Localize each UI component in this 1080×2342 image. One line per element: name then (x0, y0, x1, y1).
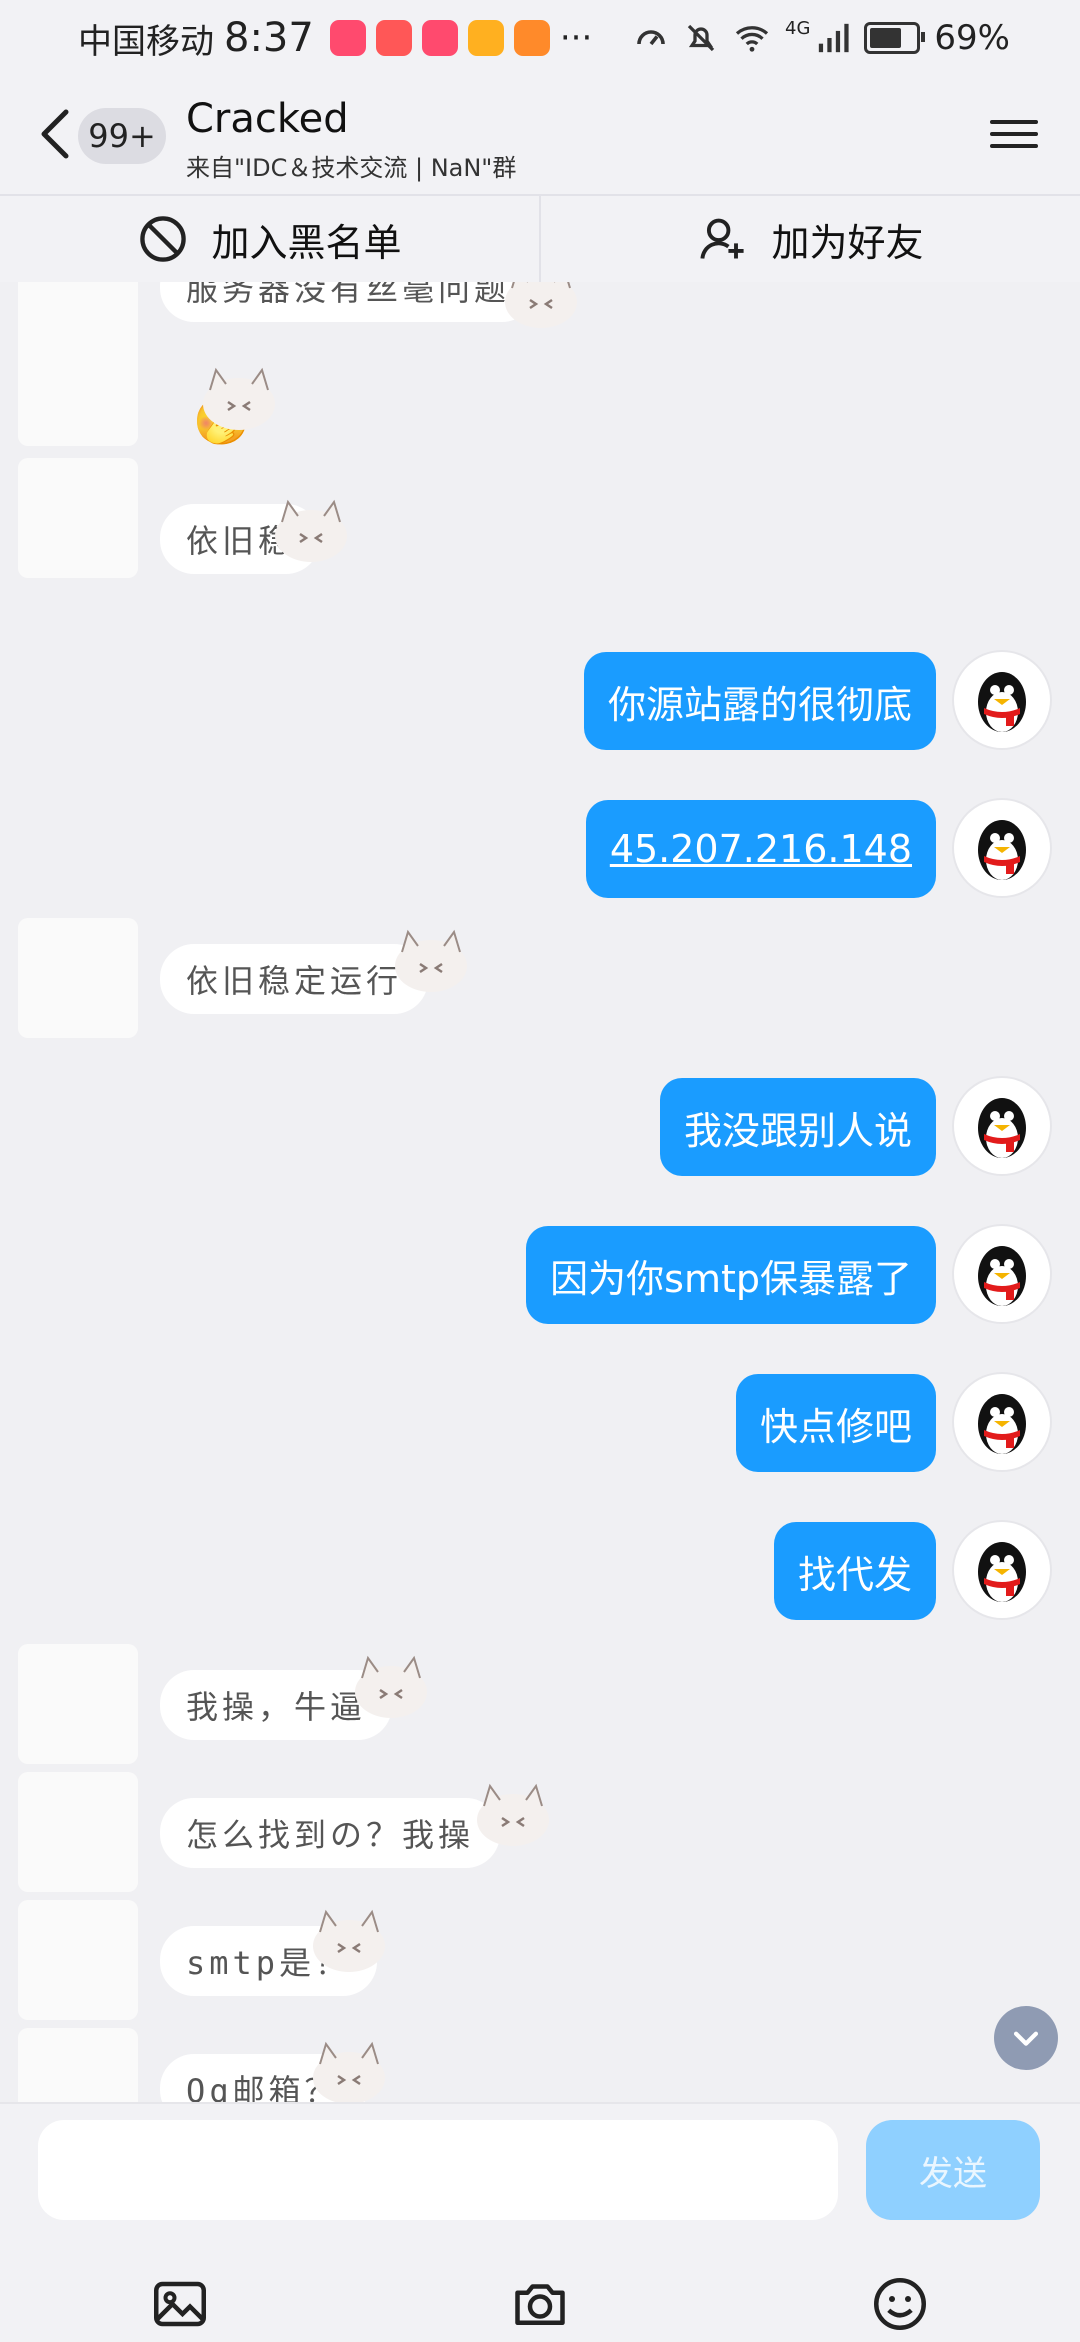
cat-sticker-icon (505, 282, 577, 328)
sender-avatar[interactable] (18, 1772, 138, 1892)
send-button[interactable]: 发送 (866, 2120, 1040, 2220)
qq-penguin-avatar[interactable] (954, 1078, 1050, 1174)
sender-avatar[interactable] (18, 2028, 138, 2102)
page-title: Cracked (186, 96, 349, 142)
chat-header: 99+ Cracked 来自"IDC＆技术交流 | NaN"群 (0, 76, 1080, 194)
composer: 发送 (0, 2102, 1080, 2342)
app-icon-4 (467, 20, 504, 56)
add-user-icon (700, 218, 745, 259)
page-subtitle: 来自"IDC＆技术交流 | NaN"群 (186, 154, 517, 182)
app-icon-3 (421, 20, 458, 56)
status-left: 中国移动 8:37 ··· (78, 14, 592, 62)
clock: 8:37 (224, 15, 314, 61)
blacklist-label: 加入黑名单 (211, 220, 402, 265)
app-icon-5 (513, 20, 550, 56)
add-friend-button[interactable]: 加为好友 (539, 196, 1080, 282)
cat-sticker-icon (313, 1909, 385, 1972)
camera-icon[interactable] (510, 2274, 570, 2334)
qq-penguin-avatar[interactable] (954, 800, 1050, 896)
more-notifications: ··· (559, 18, 593, 58)
battery-icon (864, 22, 926, 54)
blacklist-button[interactable]: 加入黑名单 (0, 196, 539, 282)
cat-sticker-icon (275, 499, 347, 562)
app-icon-1 (329, 20, 366, 56)
network-type: 4G (785, 17, 811, 39)
my-message-bubble[interactable]: 找代发 (773, 1522, 936, 1620)
speed-icon (637, 30, 665, 46)
carrier-label: 中国移动 (78, 21, 214, 62)
emoji-icon[interactable] (870, 2274, 930, 2334)
wifi-icon (735, 26, 769, 52)
cat-sticker-icon (203, 367, 275, 430)
status-right: 4G 69% (633, 14, 1010, 62)
unread-badge[interactable]: 99+ (78, 108, 166, 164)
qq-penguin-avatar[interactable] (954, 1226, 1050, 1322)
sender-avatar[interactable] (18, 1900, 138, 2020)
qq-penguin-avatar[interactable] (954, 1374, 1050, 1470)
battery-level: 69% (934, 18, 1010, 58)
chevron-down-icon (1013, 2031, 1039, 2046)
my-message-bubble[interactable]: 你源站露的很彻底 (583, 652, 936, 750)
cat-sticker-icon (477, 1783, 549, 1846)
cat-sticker-icon (313, 2041, 385, 2102)
message-sticker[interactable]: 怎么找到の？我操 (160, 1798, 501, 1868)
sender-avatar[interactable] (18, 1644, 138, 1764)
block-icon (140, 216, 187, 262)
my-message-bubble[interactable]: 我没跟别人说 (659, 1078, 936, 1176)
message-sticker[interactable]: 服务器没有丝毫问题 (160, 282, 537, 322)
app-icon-2 (375, 20, 412, 56)
sender-avatar[interactable] (18, 918, 138, 1038)
sender-avatar[interactable] (18, 458, 138, 578)
action-bar: 加入黑名单 加为好友 (0, 194, 1080, 284)
chevron-left-icon[interactable] (30, 104, 80, 164)
hamburger-menu-icon[interactable] (990, 112, 1038, 160)
qq-penguin-avatar[interactable] (954, 652, 1050, 748)
add-friend-label: 加为好友 (771, 220, 924, 265)
message-list[interactable]: 服务器没有丝毫问题 🤭 依旧稳 你源站露的很彻底 45.207.216.148 … (0, 282, 1080, 2102)
status-bar: 中国移动 8:37 ··· 4G 69% (0, 0, 1080, 76)
my-message-bubble[interactable]: 因为你smtp保暴露了 (526, 1226, 936, 1324)
qq-penguin-avatar[interactable] (954, 1522, 1050, 1618)
sender-avatar[interactable] (18, 326, 138, 446)
image-icon[interactable] (150, 2274, 210, 2334)
cat-sticker-icon (355, 1655, 427, 1718)
ip-address-link[interactable]: 45.207.216.148 (585, 800, 936, 898)
my-message-bubble[interactable]: 快点修吧 (735, 1374, 936, 1472)
scroll-to-bottom-button[interactable] (994, 2006, 1058, 2070)
mute-bell-icon (687, 24, 715, 52)
signal-icon (819, 23, 850, 53)
cat-sticker-icon (395, 929, 467, 992)
message-input[interactable] (38, 2120, 838, 2220)
